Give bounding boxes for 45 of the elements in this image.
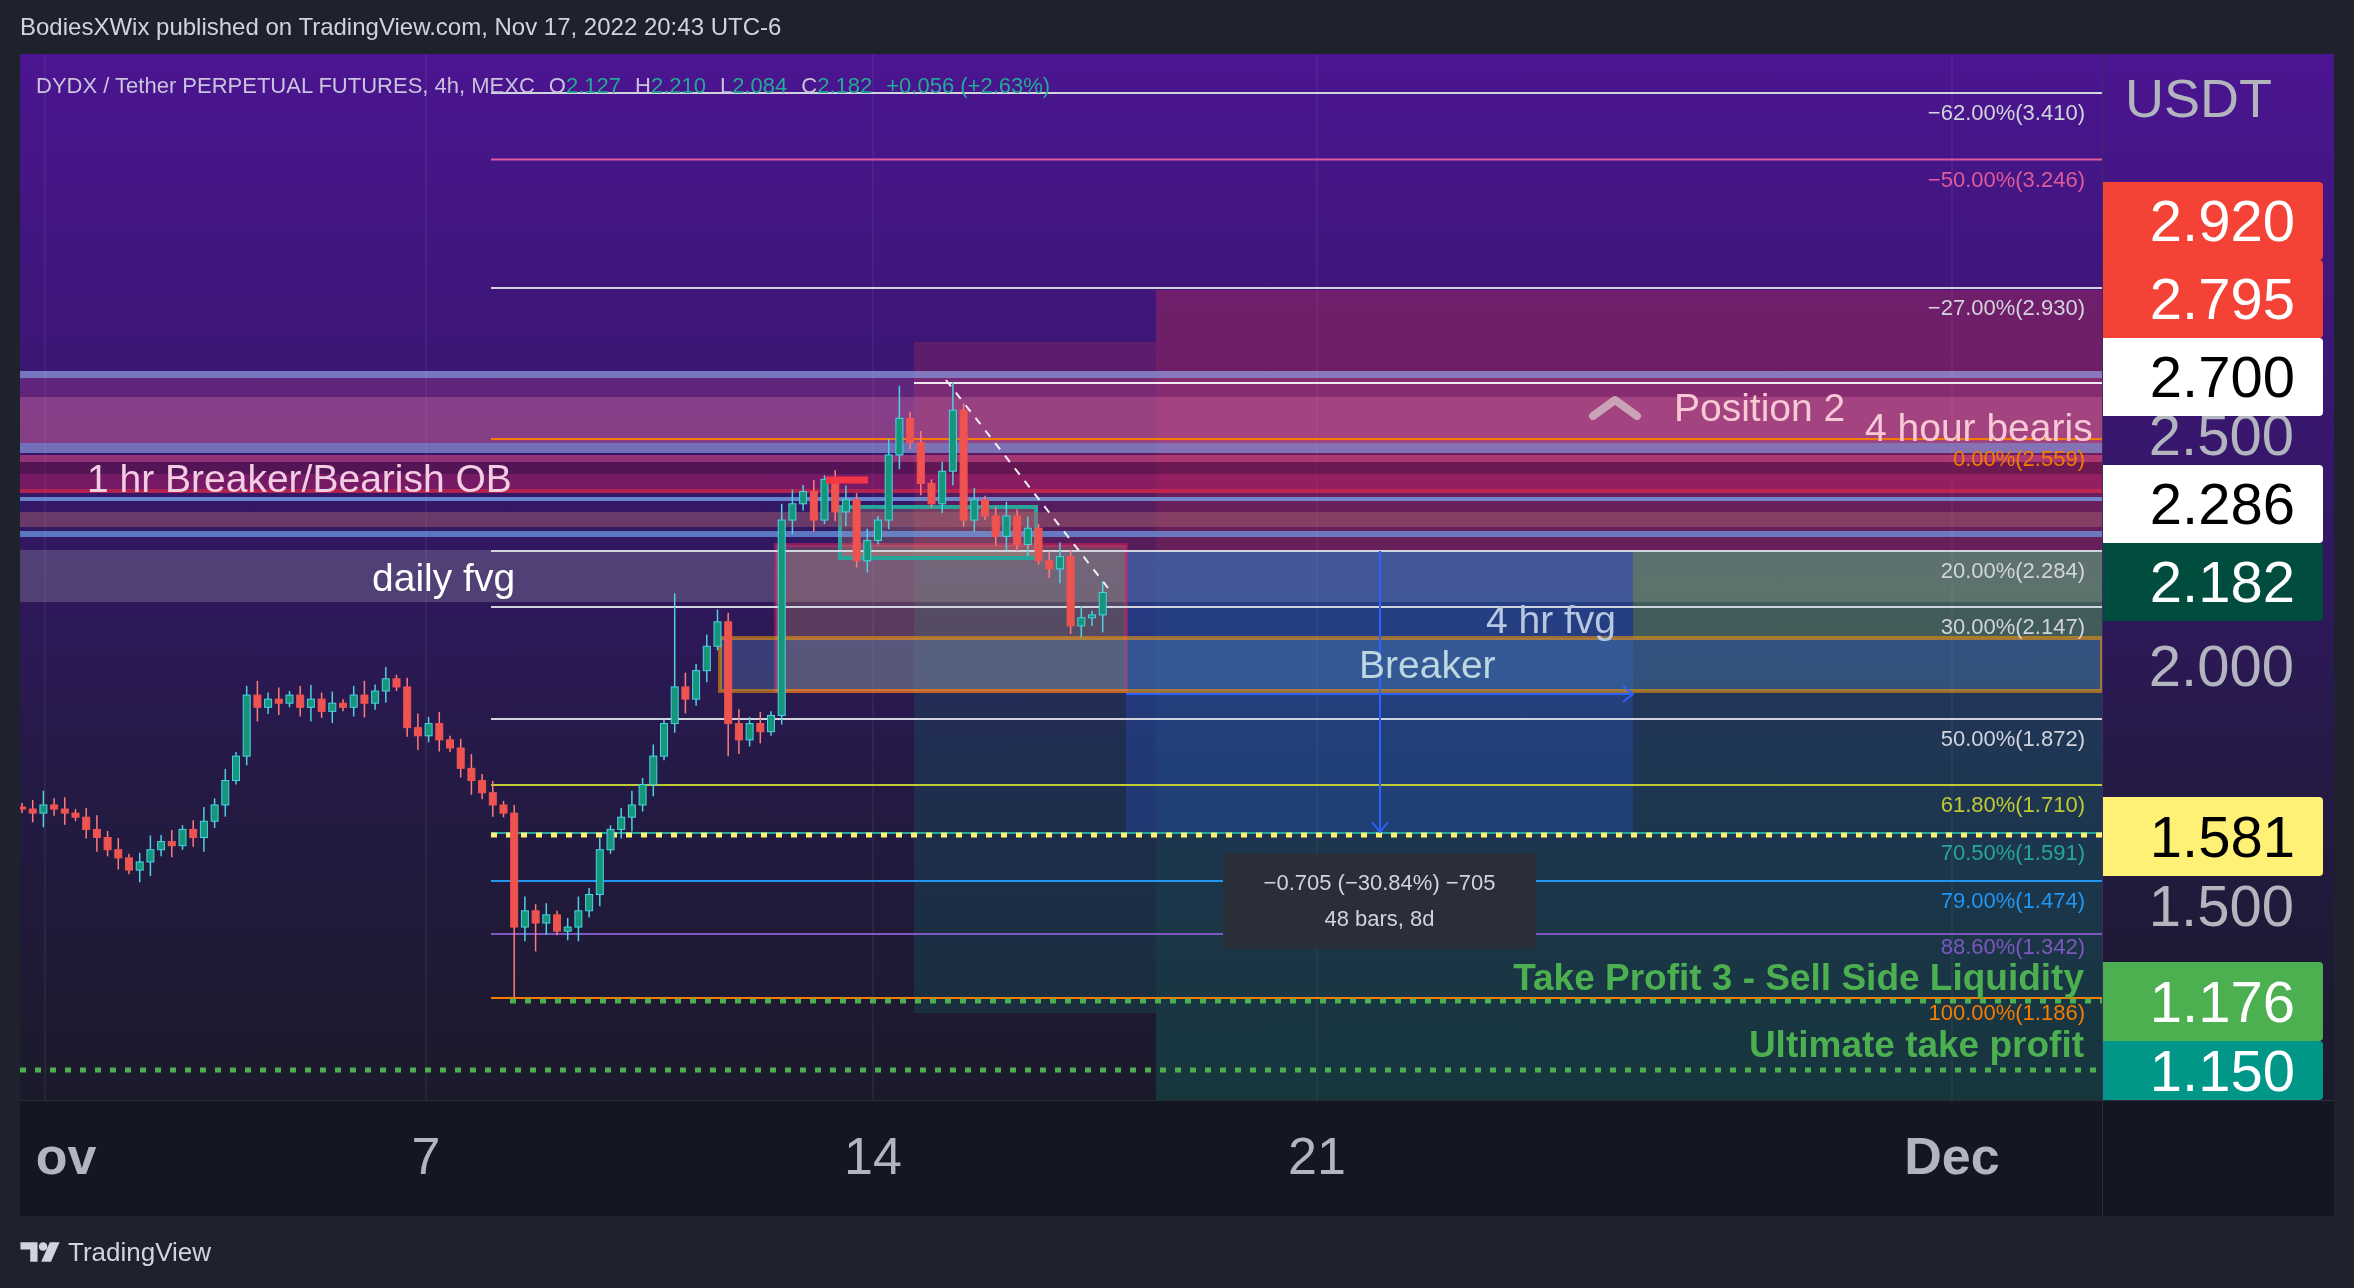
zone-label: 1 hr Breaker/Bearish OB — [87, 458, 512, 500]
fib-level-label: −27.00%(2.930) — [1927, 297, 2085, 319]
ohlc-value: L2.084 — [719, 72, 788, 100]
fib-level-label: 20.00%(2.284) — [1940, 560, 2085, 582]
target-label: Take Profit 3 - Sell Side Liquidity — [1513, 959, 2084, 997]
fib-level-label: −50.00%(3.246) — [1927, 168, 2085, 191]
fib-level-label: 30.00%(2.147) — [1940, 616, 2085, 638]
fib-level-label: 88.60%(1.342) — [1940, 936, 2085, 958]
price-badge: 2.795 — [2103, 260, 2323, 338]
ohlc-value: O2.127 — [548, 72, 621, 100]
price-tick-label: 2.000 — [2148, 638, 2294, 694]
price-badge: 2.920 — [2103, 182, 2323, 260]
symbol-title: DYDX / Tether PERPETUAL FUTURES, 4h, MEXC — [36, 72, 535, 100]
date-label: 21 — [1288, 1126, 1346, 1187]
price-tick-label: 1.500 — [2148, 878, 2294, 934]
price-badge: 2.700 — [2103, 338, 2323, 416]
logo-icon — [20, 1241, 60, 1263]
fib-level-label: 100.00%(1.186) — [1928, 1002, 2085, 1024]
price-badge: 2.182 — [2103, 543, 2323, 621]
currency-label: USDT — [2125, 68, 2272, 128]
fib-level-label: 50.00%(1.872) — [1940, 728, 2085, 750]
target-label: Ultimate take profit — [1748, 1026, 2084, 1064]
price-badge: 1.150 — [2103, 1041, 2323, 1100]
price-badge: 2.286 — [2103, 465, 2323, 543]
measure-span-text: 48 bars, 8d — [1324, 907, 1435, 931]
fib-level-label: −62.00%(3.410) — [1927, 102, 2085, 124]
fib-level-label: 70.50%(1.591) — [1940, 842, 2085, 864]
date-label: 7 — [411, 1126, 441, 1187]
price-change: +0.056 (+2.63%) — [886, 72, 1051, 100]
fib-level-label: 79.00%(1.474) — [1940, 890, 2085, 912]
position-label: Position 2 — [1674, 387, 1846, 429]
date-label: ov — [35, 1126, 97, 1187]
chevron-up-icon — [1588, 395, 1642, 421]
zone-label: daily fvg — [372, 557, 516, 599]
ohlc-value: H2.210 — [635, 72, 706, 100]
publisher-line: BodiesXWix published on TradingView.com, Nov 17, 2022 20:43 UTC-6 — [20, 13, 782, 41]
brand-name: TradingView — [68, 1236, 212, 1268]
price-badge: 1.176 — [2103, 962, 2323, 1041]
date-label: 14 — [844, 1126, 902, 1187]
measure-change-text: −0.705 (−30.84%) −705 — [1263, 871, 1496, 895]
price-badge: 1.581 — [2103, 797, 2323, 876]
zone-label: 4 hr fvg — [1486, 599, 1617, 641]
ohlc-value: C2.182 — [801, 72, 873, 100]
date-label: Dec — [1904, 1126, 2000, 1187]
fib-level-label: 61.80%(1.710) — [1940, 794, 2085, 816]
